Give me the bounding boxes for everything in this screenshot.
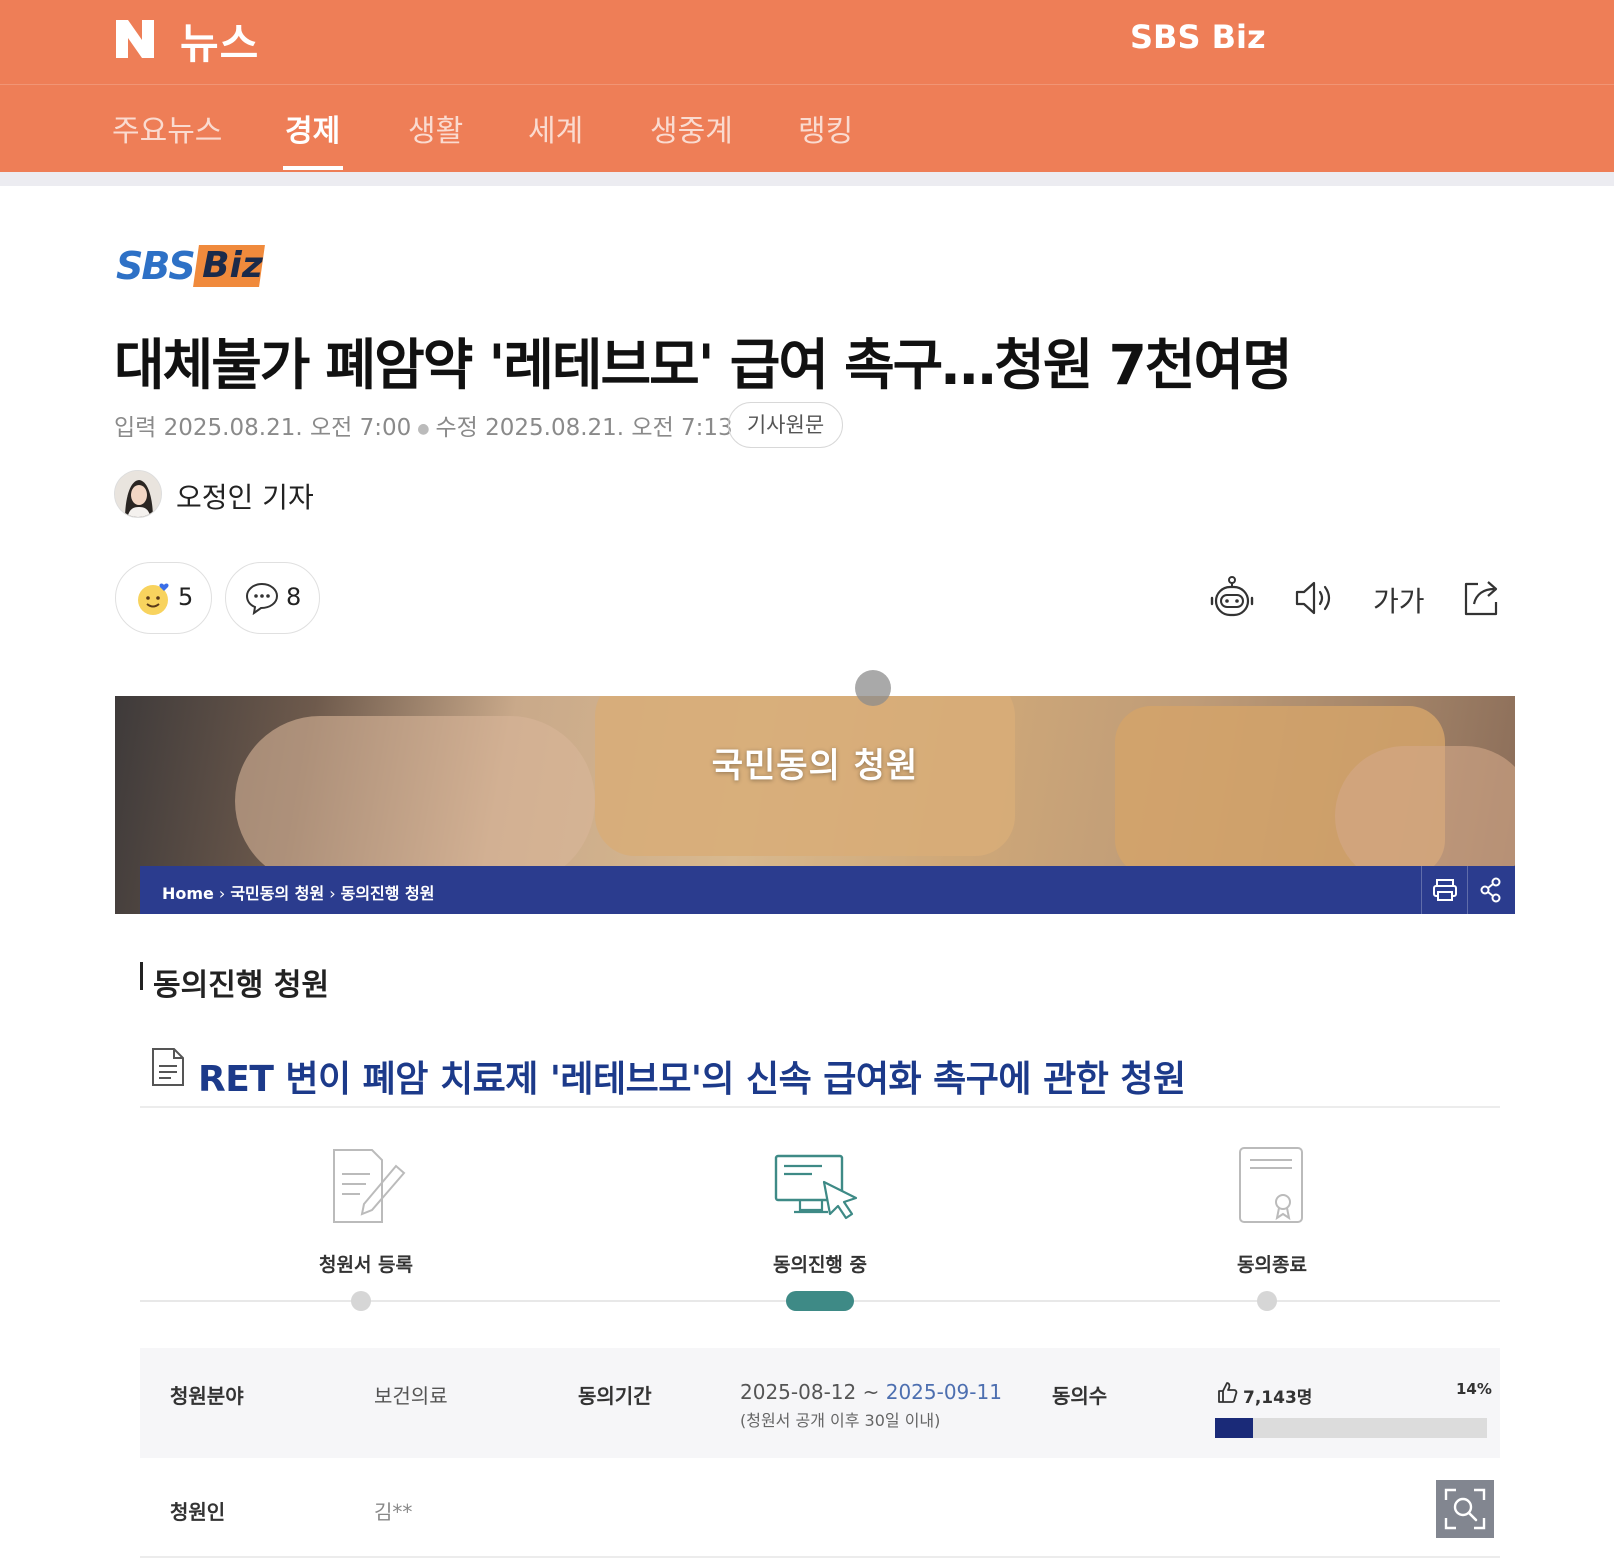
image-zoom-button[interactable] [1436,1480,1494,1538]
original-article-button[interactable]: 기사원문 [728,402,843,448]
period-separator: ~ [856,1380,886,1404]
share-icon[interactable] [1458,574,1506,622]
share-button-embedded [1467,866,1513,914]
biz-logo-text: Biz [202,245,263,286]
section-title: 동의진행 청원 [153,968,330,1003]
petition-banner-image: 국민동의 청원 Home › 국민동의 청원 › 동의진행 청원 [115,696,1515,914]
article-headline: 대체불가 폐암약 '레테브모' 급여 촉구…청원 7천여명 [114,333,1293,397]
zoom-magnifier-icon [1444,1488,1486,1530]
share-nodes-icon [1480,877,1501,903]
naver-n-logo[interactable] [112,16,158,62]
smile-heart-icon [138,583,169,615]
tab-world[interactable]: 세계 [528,106,583,150]
stage-node [351,1291,371,1311]
petitioner-label: 청원인 [170,1500,226,1524]
print-icon [1433,879,1457,901]
news-logo-text[interactable]: 뉴스 [180,10,259,71]
period-label: 동의기간 [578,1384,652,1408]
petition-title: RET 변이 폐암 치료제 '레테브모'의 신속 급여화 촉구에 관한 청원 [198,1059,1186,1100]
agreement-progress-bar [1215,1418,1487,1438]
stage-label-in-progress: 동의진행 중 [772,1254,867,1276]
banner-title: 국민동의 청원 [711,746,919,786]
count-label: 동의수 [1052,1384,1108,1408]
input-label: 입력 [114,415,157,441]
press-brand[interactable]: SBS Biz [1130,18,1266,56]
tts-speaker-icon[interactable] [1291,574,1339,622]
article-meta: 입력 2025.08.21. 오전 7:00 ● 수정 2025.08.21. 오전… [114,408,733,442]
tab-live[interactable]: 생중계 [650,106,733,150]
percent-label: 14% [1456,1380,1492,1398]
image-scroll-indicator [855,670,891,706]
monitor-click-icon [774,1154,858,1220]
breadcrumb: Home › 국민동의 청원 › 동의진행 청원 [162,884,435,903]
field-value: 보건의료 [374,1384,448,1408]
tab-life[interactable]: 생활 [408,106,463,150]
field-label: 청원분야 [170,1384,244,1408]
font-size-button[interactable]: 가가 [1373,580,1433,628]
petitioner-row [140,1458,1500,1558]
reporter-name[interactable]: 오정인 기자 [176,476,314,516]
stage-label-closed: 동의종료 [1237,1254,1307,1276]
category-tabs: 주요뉴스 경제 생활 세계 생중계 랭킹 [0,84,1614,172]
biz-logo-badge: Biz [193,245,265,287]
breadcrumb-item: 동의진행 청원 [340,884,435,903]
title-divider [140,1106,1500,1108]
meta-separator: ● [417,420,430,437]
reaction-button[interactable]: 5 [115,562,212,634]
summary-bot-icon[interactable] [1208,574,1256,622]
sbs-logo-text: SBS [116,244,196,288]
input-time: 2025.08.21. 오전 7:00 [163,415,412,441]
period-start: 2025-08-12 [740,1380,857,1404]
section-title-bar [140,962,143,990]
comment-icon [245,582,279,615]
period-end: 2025-09-11 [885,1380,1002,1404]
print-button [1421,866,1467,914]
breadcrumb-item: 국민동의 청원 [230,884,325,903]
breadcrumb-bar: Home › 국민동의 청원 › 동의진행 청원 [140,866,1515,914]
header-shadow-strip [0,172,1614,186]
pen-document-icon [333,1149,406,1223]
reporter-photo-icon [115,471,161,517]
certificate-icon [1239,1147,1303,1223]
stage-node-active [786,1291,854,1311]
thumbs-up-icon [1218,1382,1238,1403]
tab-main-news[interactable]: 주요뉴스 [112,106,222,150]
reaction-count: 5 [178,583,194,611]
tab-ranking[interactable]: 랭킹 [798,106,853,150]
reporter-avatar[interactable] [114,470,162,518]
agreement-progress-fill [1215,1418,1254,1438]
count-value: 7,143명 [1243,1388,1313,1408]
top-header: 뉴스 SBS Biz 주요뉴스 경제 생활 세계 생중계 랭킹 [0,0,1614,172]
modified-time: 2025.08.21. 오전 7:13 [485,415,733,441]
period-value: 2025-08-12 ~ 2025-09-11 [740,1380,1002,1404]
document-icon [152,1048,184,1086]
period-note: (청원서 공개 이후 30일 이내) [740,1411,941,1430]
active-tab-indicator [283,166,343,170]
comment-button[interactable]: 8 [225,562,320,634]
breadcrumb-home: Home [162,884,214,903]
comment-count: 8 [286,583,302,611]
stage-node [1257,1291,1277,1311]
font-size-icon: 가가 [1373,585,1425,618]
stage-label-registered: 청원서 등록 [318,1254,413,1276]
petitioner-value: 김** [374,1500,413,1524]
tab-economy[interactable]: 경제 [285,106,340,150]
modified-label: 수정 [435,415,478,441]
